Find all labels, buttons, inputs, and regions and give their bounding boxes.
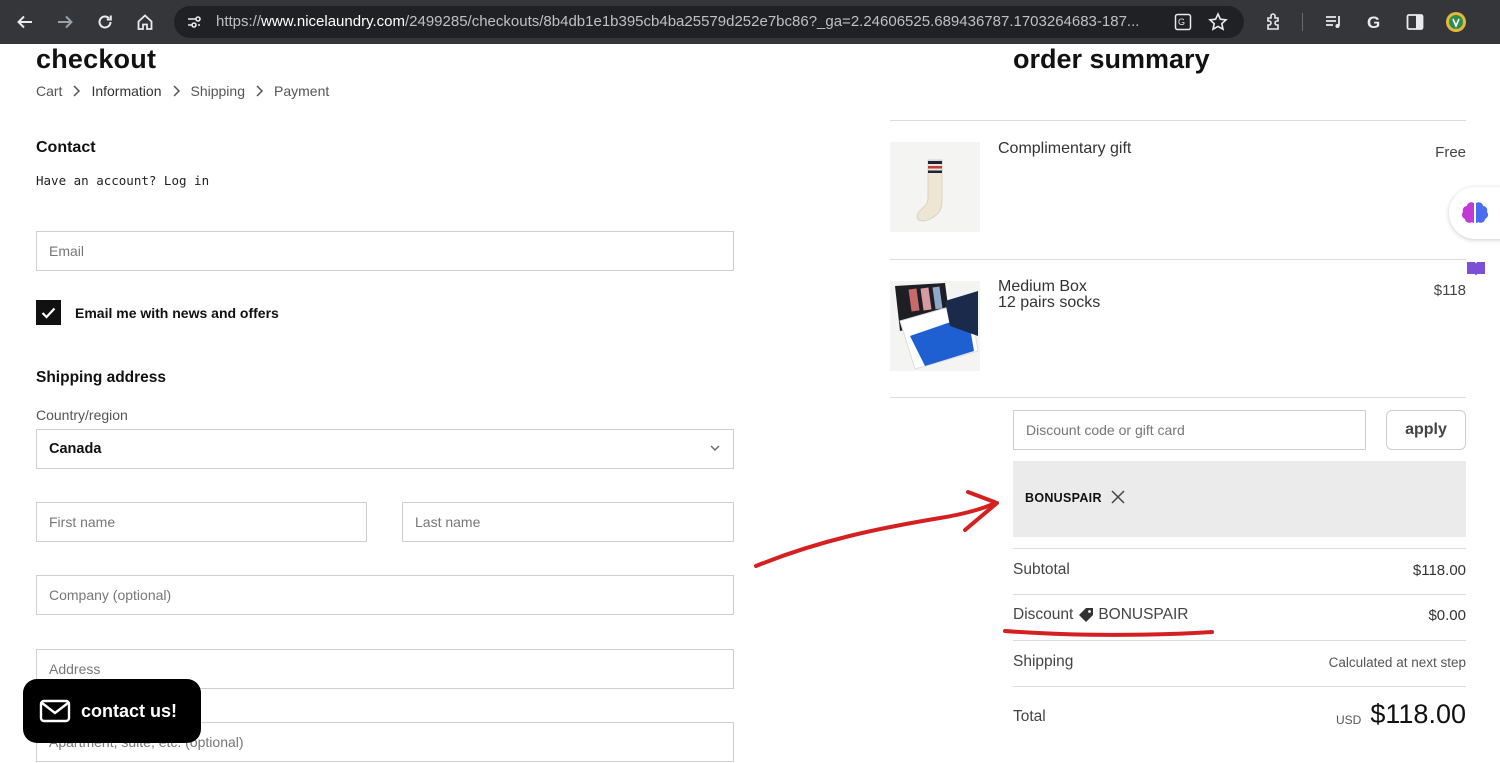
discount-placeholder: Discount code or gift card — [1026, 422, 1185, 438]
item-variant: 12 pairs socks — [998, 294, 1101, 311]
divider — [1013, 686, 1466, 687]
brain-icon — [1461, 202, 1489, 223]
item-name: Complimentary gift — [998, 140, 1132, 157]
divider — [1013, 594, 1466, 595]
divider — [890, 120, 1466, 121]
item-price: Free — [1435, 144, 1466, 161]
shipping-label: Shipping — [1013, 653, 1074, 670]
total-value: $118.00 — [1370, 699, 1466, 729]
apply-button[interactable]: apply — [1386, 410, 1466, 450]
divider — [890, 397, 1466, 398]
close-icon[interactable] — [1110, 489, 1126, 505]
order-summary-title: order summary — [1013, 44, 1210, 74]
item-price: $118 — [1433, 282, 1466, 299]
subtotal-label: Subtotal — [1013, 561, 1070, 578]
divider — [890, 259, 1466, 260]
discount-code: BONUSPAIR — [1098, 606, 1189, 623]
annotation-arrow — [754, 490, 1214, 637]
discount-label: Discount — [1013, 606, 1074, 623]
reader-extension-button[interactable] — [1464, 257, 1488, 281]
sock-box-icon — [890, 281, 980, 371]
item-name-text: Medium Box — [998, 278, 1087, 295]
discount-value: $0.00 — [1428, 607, 1466, 624]
total-label: Total — [1013, 708, 1046, 725]
divider — [1013, 548, 1466, 549]
discount-row: Discount BONUSPAIR — [1013, 606, 1188, 624]
applied-code-panel: BONUSPAIR — [1013, 461, 1466, 537]
sock-icon — [890, 142, 980, 232]
total-currency: USD — [1336, 713, 1362, 727]
item-name: Medium Box 12 pairs socks — [998, 279, 1100, 311]
brain-extension-button[interactable] — [1449, 187, 1500, 239]
applied-code-tag: BONUSPAIR — [1025, 491, 1102, 505]
divider — [1013, 640, 1466, 641]
book-icon — [1467, 262, 1485, 276]
tag-icon — [1079, 608, 1094, 622]
subtotal-value: $118.00 — [1412, 562, 1466, 579]
shipping-value: Calculated at next step — [1328, 655, 1466, 670]
discount-code-input[interactable]: Discount code or gift card — [1013, 410, 1366, 450]
